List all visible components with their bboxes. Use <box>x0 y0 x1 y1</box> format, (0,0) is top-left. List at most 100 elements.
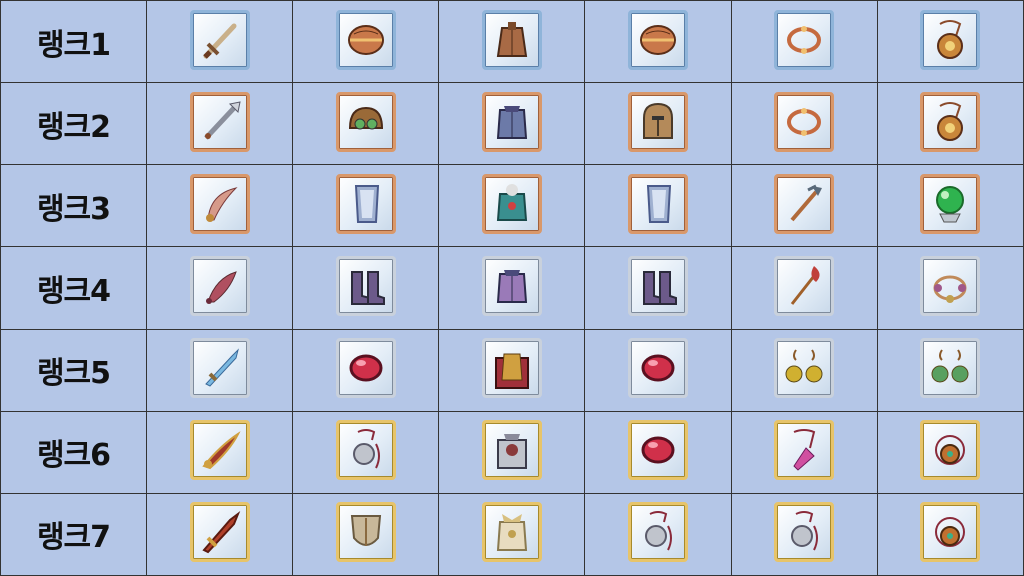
equipment-slot[interactable] <box>920 9 981 70</box>
equipment-slot[interactable] <box>481 9 542 70</box>
equipment-slot[interactable] <box>189 420 250 481</box>
equipment-slot[interactable] <box>481 255 542 316</box>
equipment-slot[interactable] <box>189 502 250 563</box>
equipment-slot[interactable] <box>920 420 981 481</box>
rank-row: 랭크3 <box>0 164 1024 248</box>
equipment-slot[interactable] <box>481 502 542 563</box>
equipment-slot[interactable] <box>628 338 689 399</box>
rank-row: 랭크4 <box>0 246 1024 330</box>
red-plate-armor-icon <box>496 434 527 470</box>
equipment-slot[interactable] <box>774 255 835 316</box>
equipment-slot[interactable] <box>335 255 396 316</box>
equipment-cell <box>730 328 878 412</box>
sword-icon <box>202 23 237 59</box>
equipment-slot[interactable] <box>920 173 981 234</box>
equipment-slot[interactable] <box>774 173 835 234</box>
white-armor-icon <box>496 514 527 552</box>
equipment-slot[interactable] <box>628 420 689 481</box>
equipment-slot[interactable] <box>628 255 689 316</box>
scimitar-icon <box>205 186 238 222</box>
equipment-slot[interactable] <box>189 91 250 152</box>
rank-label: 랭크2 <box>0 82 147 166</box>
equipment-cell <box>145 492 294 576</box>
amulet-icon <box>937 101 964 141</box>
bracelet-icon <box>787 25 822 54</box>
goggle-helmet-icon <box>348 106 383 130</box>
equipment-cell <box>438 164 586 248</box>
equipment-slot[interactable] <box>628 502 689 563</box>
greatsword-icon <box>201 511 240 554</box>
rank-label: 랭크4 <box>0 246 147 330</box>
equipment-slot[interactable] <box>481 420 542 481</box>
equipment-slot[interactable] <box>920 255 981 316</box>
equipment-slot[interactable] <box>920 91 981 152</box>
equipment-slot[interactable] <box>920 502 981 563</box>
crest-shield-icon <box>350 515 381 547</box>
equipment-slot[interactable] <box>335 9 396 70</box>
equipment-rank-table: 랭크1 랭크2 랭크3 랭크4 랭크5 랭크6 랭크7 <box>0 0 1024 576</box>
equipment-slot[interactable] <box>774 420 835 481</box>
rank-row: 랭크2 <box>0 82 1024 166</box>
equipment-cell <box>145 246 294 330</box>
equipment-slot[interactable] <box>774 91 835 152</box>
equipment-cell <box>292 164 440 248</box>
rank-row: 랭크1 <box>0 0 1024 84</box>
equipment-slot[interactable] <box>481 173 542 234</box>
equipment-cell <box>730 82 878 166</box>
curved-blade-icon <box>205 271 237 304</box>
equipment-cell <box>438 0 586 84</box>
plate-armor-icon <box>496 269 527 303</box>
equipment-slot[interactable] <box>335 502 396 563</box>
equipment-cell <box>584 492 732 576</box>
equipment-slot[interactable] <box>335 91 396 152</box>
rank-label: 랭크7 <box>0 492 147 576</box>
round-shield-icon <box>347 24 384 55</box>
equipment-cell <box>876 328 1024 412</box>
trident-icon <box>790 184 823 222</box>
equipment-cell <box>584 328 732 412</box>
earrings-icon <box>931 349 969 383</box>
equipment-slot[interactable] <box>628 173 689 234</box>
equipment-slot[interactable] <box>481 338 542 399</box>
tower-shield-icon <box>354 184 379 223</box>
red-gem-icon <box>641 354 675 382</box>
red-gem-icon <box>349 354 383 382</box>
equipment-slot[interactable] <box>628 91 689 152</box>
equipment-cell <box>145 164 294 248</box>
equipment-slot[interactable] <box>628 9 689 70</box>
equipment-cell <box>292 246 440 330</box>
equipment-slot[interactable] <box>189 173 250 234</box>
equipment-slot[interactable] <box>189 9 250 70</box>
equipment-slot[interactable] <box>335 173 396 234</box>
equipment-slot[interactable] <box>481 91 542 152</box>
caped-armor-icon <box>494 353 529 390</box>
equipment-slot[interactable] <box>335 420 396 481</box>
equipment-cell <box>584 246 732 330</box>
equipment-cell <box>876 246 1024 330</box>
rank-label: 랭크3 <box>0 164 147 248</box>
equipment-cell <box>584 0 732 84</box>
equipment-slot[interactable] <box>774 502 835 563</box>
plate-armor-icon <box>496 105 527 139</box>
equipment-slot[interactable] <box>335 338 396 399</box>
bead-bracelet-icon <box>933 275 967 303</box>
equipment-cell <box>584 410 732 494</box>
boots-icon <box>350 270 385 305</box>
equipment-slot[interactable] <box>920 338 981 399</box>
equipment-slot[interactable] <box>774 338 835 399</box>
rank-row: 랭크7 <box>0 492 1024 576</box>
equipment-slot[interactable] <box>189 255 250 316</box>
crystal-orb-icon <box>936 185 965 223</box>
boots-icon <box>643 270 678 305</box>
equipment-cell <box>876 82 1024 166</box>
fire-staff-icon <box>791 265 820 305</box>
amulet-icon <box>937 19 964 59</box>
equipment-slot[interactable] <box>189 338 250 399</box>
knight-helmet-icon <box>643 102 674 139</box>
equipment-slot[interactable] <box>774 9 835 70</box>
equipment-cell <box>438 328 586 412</box>
ornate-sword-icon <box>201 431 241 470</box>
equipment-cell <box>876 492 1024 576</box>
equipment-cell <box>730 0 878 84</box>
equipment-cell <box>145 82 294 166</box>
